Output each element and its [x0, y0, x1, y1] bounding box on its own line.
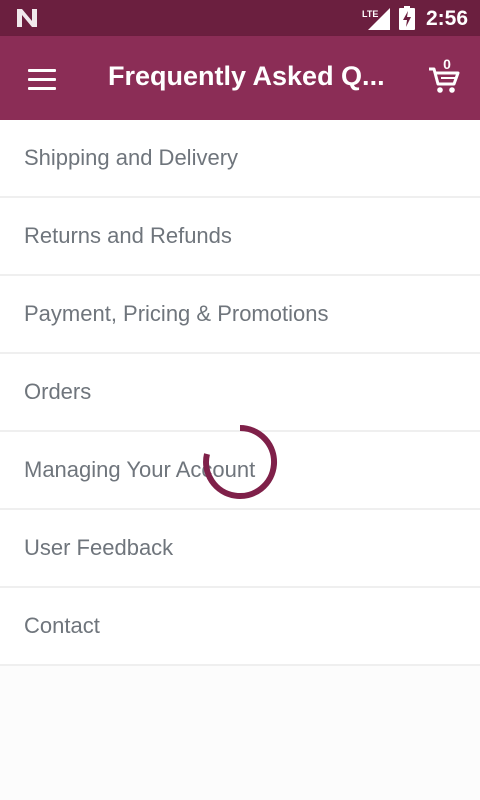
faq-item-label: Contact: [24, 613, 100, 638]
status-bar: LTE 2:56: [0, 0, 480, 36]
faq-list: Shipping and Delivery Returns and Refund…: [0, 120, 480, 666]
cart-button[interactable]: 0: [424, 56, 468, 100]
notification-n-icon: [17, 9, 37, 27]
faq-item-label: Returns and Refunds: [24, 223, 232, 248]
faq-item-label: Shipping and Delivery: [24, 145, 239, 170]
faq-item-label: Orders: [24, 379, 92, 404]
faq-item-shipping-and-delivery[interactable]: Shipping and Delivery: [0, 120, 480, 198]
battery-charging-icon: [399, 6, 415, 30]
faq-item-user-feedback[interactable]: User Feedback: [0, 510, 480, 588]
faq-item-payment-pricing-promotions[interactable]: Payment, Pricing & Promotions: [0, 276, 480, 354]
page-title: Frequently Asked Q...: [108, 61, 385, 91]
app-bar: Frequently Asked Q... 0: [0, 36, 480, 120]
hamburger-menu-icon: [28, 69, 56, 72]
faq-item-label: User Feedback: [24, 535, 174, 560]
shopping-cart-icon: [429, 67, 460, 93]
faq-item-contact[interactable]: Contact: [0, 588, 480, 666]
lte-signal-icon: LTE: [362, 8, 390, 30]
menu-button[interactable]: [20, 60, 64, 96]
loading-spinner-icon: [203, 425, 278, 499]
svg-text:LTE: LTE: [362, 9, 378, 19]
faq-item-returns-and-refunds[interactable]: Returns and Refunds: [0, 198, 480, 276]
faq-item-label: Payment, Pricing & Promotions: [24, 301, 329, 326]
faq-item-orders[interactable]: Orders: [0, 354, 480, 432]
clock: 2:56: [426, 7, 469, 30]
